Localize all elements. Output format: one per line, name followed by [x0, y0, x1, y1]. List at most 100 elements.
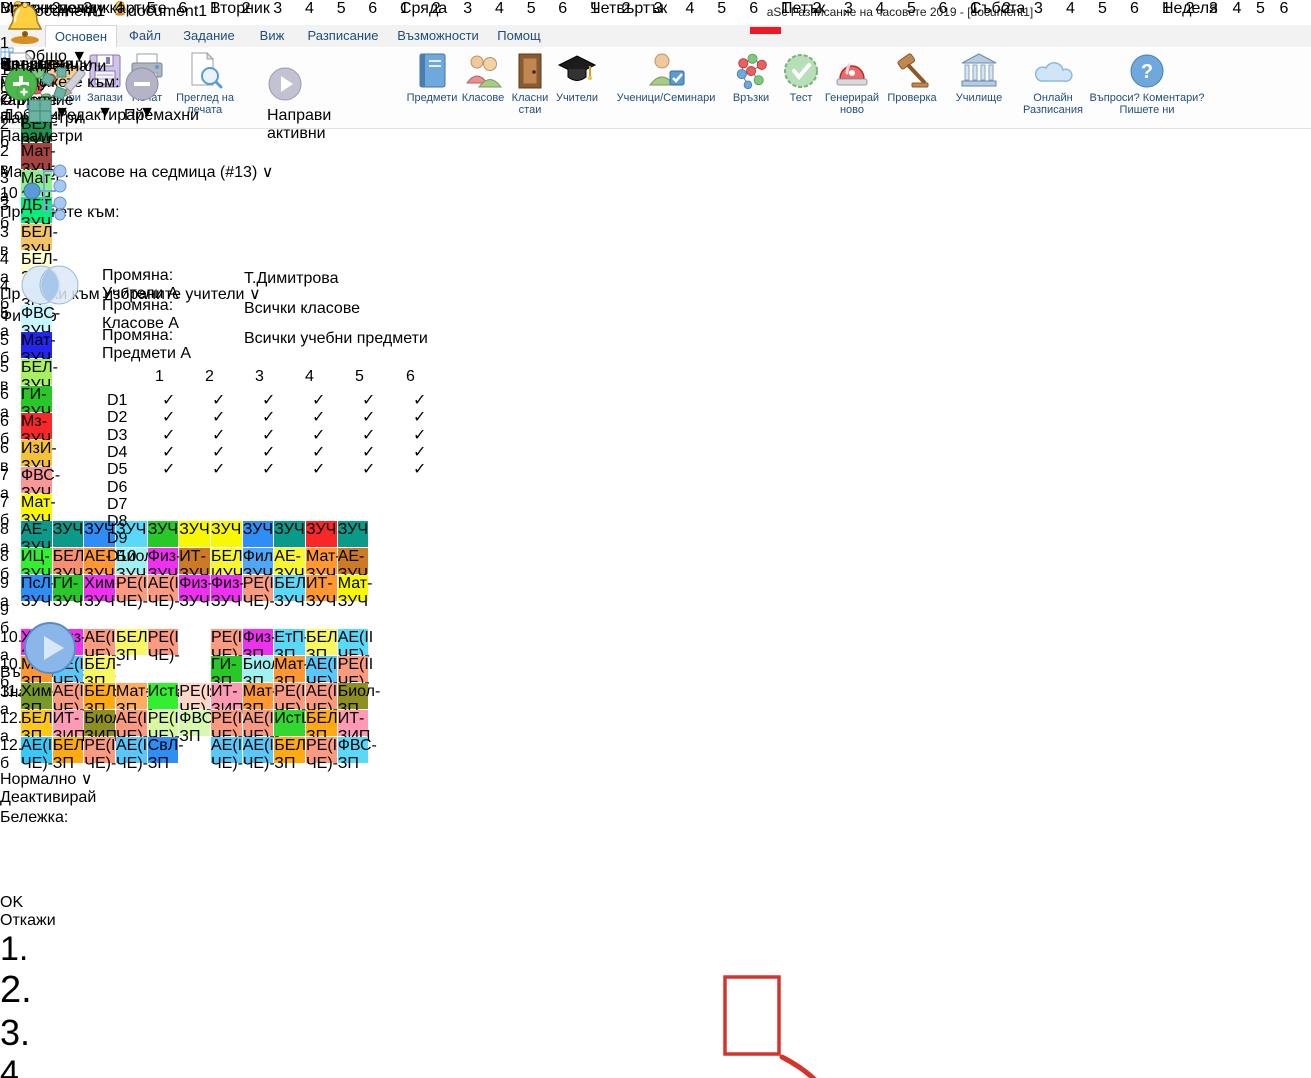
timetable-cell[interactable]: Мат-ЗУЧ: [338, 575, 369, 601]
timetable-cell[interactable]: БЕЛ-ЗП: [53, 737, 84, 763]
timetable-cell[interactable]: АЕ(IЧЕ)-: [116, 737, 147, 763]
timetable-cell[interactable]: БЕЛ-ЗП: [306, 710, 337, 736]
timetable-cell[interactable]: БЕЛ-ЗП: [84, 683, 115, 709]
timetable-cell[interactable]: АЕ(IIЧЕ)-: [84, 629, 115, 655]
timetable-cell[interactable]: ГИ-ЗП: [211, 656, 242, 682]
timetable-cell[interactable]: РЕ(IЧЕ)-: [179, 683, 210, 709]
timetable-cell[interactable]: Мат-ЗУЧ: [21, 494, 52, 520]
timetable-cell[interactable]: БЕЛ-ИУЧ: [211, 548, 242, 574]
timetable-cell[interactable]: ЗУЧ: [148, 521, 179, 547]
link-type-combo[interactable]: Макс. бр. часове на седмица (#13) ∨: [0, 162, 700, 183]
timetable-cell[interactable]: БЕЛ-ЗУЧ: [53, 548, 84, 574]
timetable-cell[interactable]: Физ-ЗУЧ: [211, 575, 242, 601]
menu-tab-2[interactable]: Задание: [171, 25, 247, 47]
timetable-cell[interactable]: АЕ(IЧЕ)-: [243, 737, 274, 763]
timetable-cell[interactable]: ЕтП-ЗП: [274, 629, 305, 655]
check-icon[interactable]: ✓: [262, 459, 278, 479]
timetable-cell[interactable]: ЗУЧ: [338, 521, 369, 547]
timetable-cell[interactable]: ИТ-ЗИП: [53, 710, 84, 736]
timetable-cell[interactable]: ГИ-ЗУЧ: [53, 575, 84, 601]
timetable-cell[interactable]: ФВС-ЗП: [338, 737, 369, 763]
timetable-cell[interactable]: БЕЛ-ЗУЧ: [21, 359, 52, 385]
deactivate-button[interactable]: Деактивирай: [0, 789, 116, 809]
timetable-cell[interactable]: РЕ(IЧЕ)-: [211, 629, 242, 655]
menu-tab-6[interactable]: Помощ: [487, 25, 551, 47]
timetable-cell[interactable]: РЕ(IЧЕ)-: [274, 683, 305, 709]
timetable-cell[interactable]: ЗУЧ: [179, 521, 210, 547]
timetable-cell[interactable]: АЕ(IIЧЕ)-: [116, 710, 147, 736]
timetable-cell[interactable]: АЕ(IIЧЕ)-: [148, 575, 179, 601]
timetable-cell[interactable]: Фил-ЗУЧ: [243, 548, 274, 574]
timetable-cell[interactable]: АЕ-ЗУЧ: [274, 548, 305, 574]
timetable-cell[interactable]: АЕ-ЗУЧ: [338, 548, 369, 574]
check-icon[interactable]: ✓: [162, 459, 178, 479]
timetable-cell[interactable]: БЕЛ-ЗП: [306, 629, 337, 655]
timetable-cell[interactable]: БЕЛ-ЗУЧ: [274, 575, 305, 601]
list-column-header[interactable]: Параметри: [0, 128, 145, 146]
check-icon[interactable]: ✓: [413, 459, 429, 479]
menu-tab-1[interactable]: Файл: [119, 25, 171, 47]
close-icon[interactable]: ✕: [0, 56, 13, 76]
timetable-cell[interactable]: АЕ(IIЧЕ)-: [338, 629, 369, 655]
timetable-cell[interactable]: АЕ-ЗУЧ: [21, 521, 52, 547]
filter-change-button-2[interactable]: Промяна: Класове А: [102, 297, 229, 317]
check-icon[interactable]: ✓: [362, 459, 378, 479]
timetable-cell[interactable]: ИТ-ЗИП: [211, 683, 242, 709]
timetable-cell[interactable]: АЕ(IЧЕ)-: [306, 656, 337, 682]
timetable-cell[interactable]: АЕ(IЧЕ)-: [211, 737, 242, 763]
timetable-cell[interactable]: ИТ-ЗУЧ: [179, 548, 210, 574]
timetable-cell[interactable]: АЕ(IIЧЕ)-: [306, 683, 337, 709]
timetable-cell[interactable]: Мз-ЗУЧ: [21, 413, 52, 439]
timetable-cell[interactable]: Физ-ЗП: [243, 629, 274, 655]
timetable-cell[interactable]: РЕ(IЧЕ)-: [116, 575, 147, 601]
timetable-cell[interactable]: Хим-ЗУЧ: [84, 575, 115, 601]
timetable-cell[interactable]: ГИ-ЗУЧ: [21, 386, 52, 412]
timetable-cell[interactable]: РЕ(IЧЕ)-: [148, 710, 179, 736]
timetable-cell[interactable]: ПсЛ-ЗУЧ: [21, 575, 52, 601]
timetable-cell[interactable]: ИЦ-ЗУЧ: [21, 548, 52, 574]
timetable-cell[interactable]: БЕЛ-ЗП: [84, 656, 115, 682]
timetable-cell[interactable]: СвЛ-ЗП: [148, 737, 179, 763]
menu-tab-3[interactable]: Виж: [247, 25, 297, 47]
timetable-cell[interactable]: Биол-ЗП: [338, 683, 369, 709]
timetable-cell[interactable]: ФВС-ЗП: [179, 710, 210, 736]
filter-change-button-3[interactable]: Промяна: Предмети А: [102, 327, 229, 347]
timetable-cell[interactable]: Мат-ЗУЧ: [21, 332, 52, 358]
menu-tab-4[interactable]: Разписание: [297, 25, 389, 47]
timetable-cell[interactable]: ЗУЧ: [306, 521, 337, 547]
timetable-cell[interactable]: ФВС-ЗУЧ: [21, 467, 52, 493]
timetable-cell[interactable]: ИзИ-ЗУЧ: [21, 440, 52, 466]
timetable-cell[interactable]: ИстЦ- ЗП: [148, 683, 179, 709]
timetable-cell[interactable]: ИстЦ- ЗП: [274, 710, 305, 736]
app-logo-bell-icon[interactable]: [5, 1, 45, 45]
timetable-cell[interactable]: РЕ(IЧЕ)-: [211, 710, 242, 736]
check-icon[interactable]: ✓: [212, 459, 228, 479]
filter-change-button-1[interactable]: Промяна: Учители А: [102, 267, 229, 287]
timetable-cell[interactable]: Мат-ЗУЧ: [306, 548, 337, 574]
timetable-cell[interactable]: АЕ(IIЧЕ)-: [243, 710, 274, 736]
highlighted-slot[interactable]: [750, 27, 781, 34]
timetable-cell[interactable]: ИТ-ЗИП: [338, 710, 369, 736]
timetable-cell[interactable]: АЕ(IIЧЕ)-: [53, 683, 84, 709]
timetable-cell[interactable]: БЕЛ-ЗП: [116, 629, 147, 655]
timetable-cell[interactable]: Физ-ЗУЧ: [179, 575, 210, 601]
timetable-cell[interactable]: БЕЛ-ЗП: [21, 710, 52, 736]
timetable-cell[interactable]: РЕ(IIЧЕ)-: [306, 737, 337, 763]
timetable-cell[interactable]: Физ-ЗУЧ: [148, 548, 179, 574]
check-icon[interactable]: ✓: [312, 459, 328, 479]
timetable-cell[interactable]: ЗУЧ: [274, 521, 305, 547]
ok-button[interactable]: OK: [0, 894, 1311, 912]
timetable-cell[interactable]: ЗУЧ: [211, 521, 242, 547]
timetable-cell[interactable]: ИТ-ЗУЧ: [306, 575, 337, 601]
timetable-cell[interactable]: Мат-ЗП: [243, 683, 274, 709]
menu-tab-0[interactable]: Основен: [45, 25, 117, 48]
timetable-cell[interactable]: БЕЛ-ЗП: [274, 737, 305, 763]
cancel-button[interactable]: Откажи: [0, 912, 1311, 930]
timetable-cell[interactable]: РЕ(IIЧЕ)-: [338, 656, 369, 682]
menu-tab-5[interactable]: Възможности: [389, 25, 487, 47]
timetable-cell[interactable]: Биол-ЗИП: [84, 710, 115, 736]
timetable-cell[interactable]: Биол-ЗП: [243, 656, 274, 682]
timetable-cell[interactable]: РЕ(IIЧЕ)-: [84, 737, 115, 763]
timetable-cell[interactable]: АЕ(IЧЕ)-: [21, 737, 52, 763]
timetable-cell[interactable]: Хим-ЗП: [21, 683, 52, 709]
